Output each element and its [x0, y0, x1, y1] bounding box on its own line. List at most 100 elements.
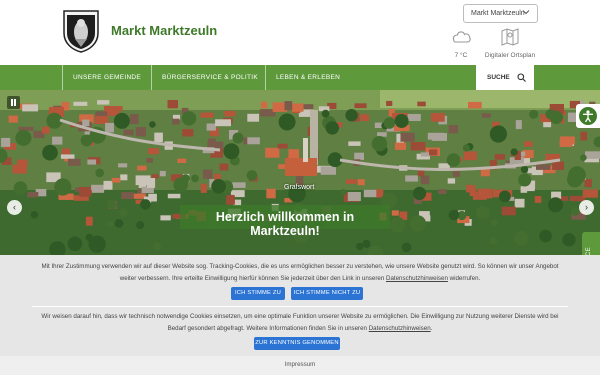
map-label[interactable]: Digitaler Ortsplan [476, 52, 544, 59]
rooftop [206, 123, 216, 131]
tree [95, 168, 104, 178]
impressum-link[interactable]: Impressum [0, 361, 600, 368]
nav-item-unsere-gemeinde[interactable]: UNSERE GEMEINDE [62, 65, 141, 90]
rooftop [580, 131, 587, 141]
decline-cookies-button[interactable]: ICH STIMME NICHT ZU [291, 287, 363, 300]
tree [106, 220, 114, 228]
rooftop [514, 198, 525, 208]
rooftop [177, 158, 187, 163]
acknowledge-cookies-button[interactable]: ZUR KENNTNIS GENOMMEN [254, 337, 340, 350]
rooftop [42, 126, 50, 134]
map-link[interactable] [478, 27, 542, 47]
site-title[interactable]: Markt Marktzeuln [111, 23, 217, 38]
rooftop [536, 164, 551, 170]
nav-item-buergerservice[interactable]: BÜRGERSERVICE & POLITIK [151, 65, 258, 90]
rooftop [82, 119, 90, 127]
rooftop [247, 137, 260, 145]
tree [567, 171, 583, 188]
tree [390, 217, 406, 233]
rooftop [22, 104, 38, 112]
rooftop [105, 122, 114, 133]
tree [539, 229, 552, 243]
coat-of-arms-icon[interactable] [62, 9, 100, 53]
accessibility-button[interactable] [576, 104, 600, 128]
rooftop [429, 149, 438, 156]
tree [518, 173, 532, 187]
tree [325, 121, 339, 135]
tree [113, 112, 130, 129]
tree [462, 144, 470, 152]
accept-cookies-button[interactable]: ICH STIMME ZU [231, 287, 285, 300]
tree [114, 219, 124, 228]
tree [499, 190, 511, 203]
map-icon [501, 28, 519, 46]
tree [140, 199, 151, 210]
rooftop [357, 179, 365, 186]
rooftop [284, 101, 293, 111]
rooftop [391, 210, 399, 216]
image-caption: Grafswort [284, 184, 315, 191]
site-select[interactable]: Markt Marktzeuln [463, 4, 538, 23]
tree [409, 215, 426, 232]
rooftop [288, 149, 300, 159]
rooftop [277, 143, 288, 149]
rooftop [346, 179, 357, 184]
privacy-link-1[interactable]: Datenschutzhinweisen [386, 275, 448, 282]
tree [107, 200, 117, 210]
weather-temperature: 7 °C [454, 52, 468, 59]
tree [489, 125, 507, 143]
rooftop [266, 188, 276, 199]
tree [490, 219, 498, 227]
rooftop [82, 190, 92, 195]
rooftop [182, 129, 194, 137]
nav-item-leben-erleben[interactable]: LEBEN & ERLEBEN [265, 65, 340, 90]
tree [489, 237, 498, 245]
rooftop [360, 114, 369, 122]
cookie-text-tracking-part1: Mit Ihrer Zustimmung verwenden wir auf d… [41, 263, 559, 282]
rooftop [291, 103, 304, 112]
search-button[interactable]: SUCHE [476, 65, 534, 90]
rooftop [120, 174, 128, 181]
rooftop [463, 151, 477, 161]
tree [412, 186, 427, 200]
search-label: SUCHE [487, 74, 510, 81]
rooftop [107, 106, 123, 111]
rooftop [494, 154, 506, 160]
rooftop [151, 174, 159, 179]
rooftop [447, 178, 456, 184]
accessibility-icon [582, 110, 594, 123]
rooftop [147, 148, 159, 155]
weather-widget[interactable] [449, 28, 473, 44]
rooftop [363, 189, 377, 198]
rooftop [552, 161, 564, 170]
tree [30, 211, 39, 219]
tree [371, 136, 388, 152]
rooftop [534, 196, 542, 203]
rooftop [68, 158, 81, 166]
rooftop [247, 113, 260, 122]
rooftop [452, 171, 461, 177]
rooftop [146, 158, 153, 163]
rooftop [377, 132, 387, 137]
rooftop [427, 132, 444, 140]
rooftop [394, 142, 407, 150]
rooftop [137, 165, 147, 171]
rooftop [200, 112, 214, 118]
rooftop [584, 179, 592, 188]
tree [321, 109, 330, 118]
rooftop [103, 180, 113, 190]
tree [211, 179, 226, 194]
slider-next-button[interactable]: › [579, 200, 594, 215]
rooftop [354, 152, 364, 160]
pause-button[interactable] [7, 96, 20, 109]
slider-prev-button[interactable]: ‹ [7, 200, 22, 215]
rooftop [419, 211, 430, 216]
rooftop [354, 103, 367, 109]
rooftop [135, 127, 146, 137]
rooftop [215, 119, 231, 127]
cookie-text-necessary-part1: Wir weisen darauf hin, dass wir technisc… [41, 313, 559, 332]
tree [42, 144, 58, 161]
tree [153, 242, 162, 251]
rooftop [52, 136, 63, 145]
privacy-link-2[interactable]: Datenschutzhinweisen [369, 325, 431, 332]
